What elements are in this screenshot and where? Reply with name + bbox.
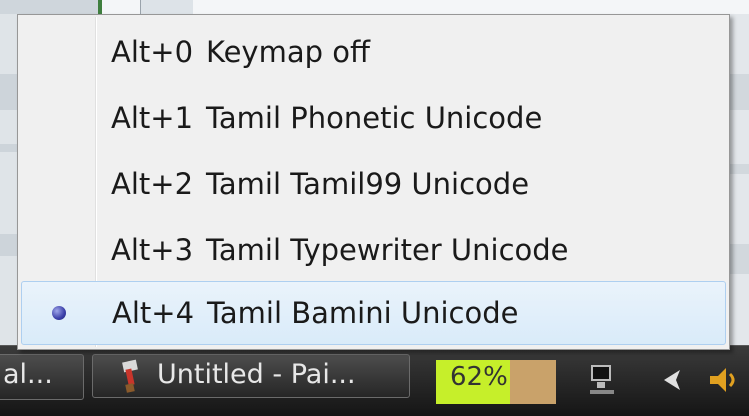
menu-item-label: Tamil Phonetic Unicode bbox=[206, 101, 543, 135]
taskbar: al... Untitled - Pai... 62% bbox=[0, 345, 749, 416]
keymap-context-menu: Alt+0 Keymap off Alt+1 Tamil Phonetic Un… bbox=[17, 14, 730, 350]
menu-item-tamil-typewriter-unicode[interactable]: Alt+3 Tamil Typewriter Unicode bbox=[21, 218, 726, 282]
menu-item-tamil-phonetic-unicode[interactable]: Alt+1 Tamil Phonetic Unicode bbox=[21, 86, 726, 150]
menu-item-shortcut: Alt+1 bbox=[111, 101, 194, 135]
battery-indicator[interactable]: 62% bbox=[436, 360, 556, 404]
taskbar-button-paint[interactable]: Untitled - Pai... bbox=[92, 354, 410, 398]
menu-item-shortcut: Alt+3 bbox=[111, 233, 194, 267]
menu-item-keymap-off[interactable]: Alt+0 Keymap off bbox=[21, 20, 726, 84]
arrow-icon[interactable] bbox=[658, 360, 688, 400]
taskbar-button-left-label: al... bbox=[3, 359, 53, 390]
menu-item-label: Tamil Typewriter Unicode bbox=[206, 233, 569, 267]
taskbar-button-left[interactable]: al... bbox=[0, 354, 84, 400]
menu-item-label: Tamil Bamini Unicode bbox=[207, 296, 519, 330]
speaker-icon[interactable] bbox=[706, 360, 736, 400]
background-window-top-strip bbox=[0, 0, 749, 15]
battery-percent-label: 62% bbox=[450, 362, 508, 392]
menu-item-label: Tamil Tamil99 Unicode bbox=[206, 167, 530, 201]
menu-item-label: Keymap off bbox=[206, 35, 370, 69]
background-green-marker bbox=[98, 0, 102, 14]
menu-item-shortcut: Alt+4 bbox=[112, 296, 195, 330]
taskbar-button-paint-label: Untitled - Pai... bbox=[157, 359, 356, 390]
background-panel bbox=[0, 0, 98, 14]
radio-selected-icon bbox=[52, 306, 66, 320]
background-panel bbox=[140, 0, 193, 14]
menu-item-tamil-tamil99-unicode[interactable]: Alt+2 Tamil Tamil99 Unicode bbox=[21, 152, 726, 216]
network-icon[interactable] bbox=[588, 360, 618, 400]
menu-item-shortcut: Alt+0 bbox=[111, 35, 194, 69]
menu-item-tamil-bamini-unicode[interactable]: Alt+4 Tamil Bamini Unicode bbox=[21, 281, 726, 345]
paintbrush-icon bbox=[122, 359, 138, 393]
menu-item-shortcut: Alt+2 bbox=[111, 167, 194, 201]
